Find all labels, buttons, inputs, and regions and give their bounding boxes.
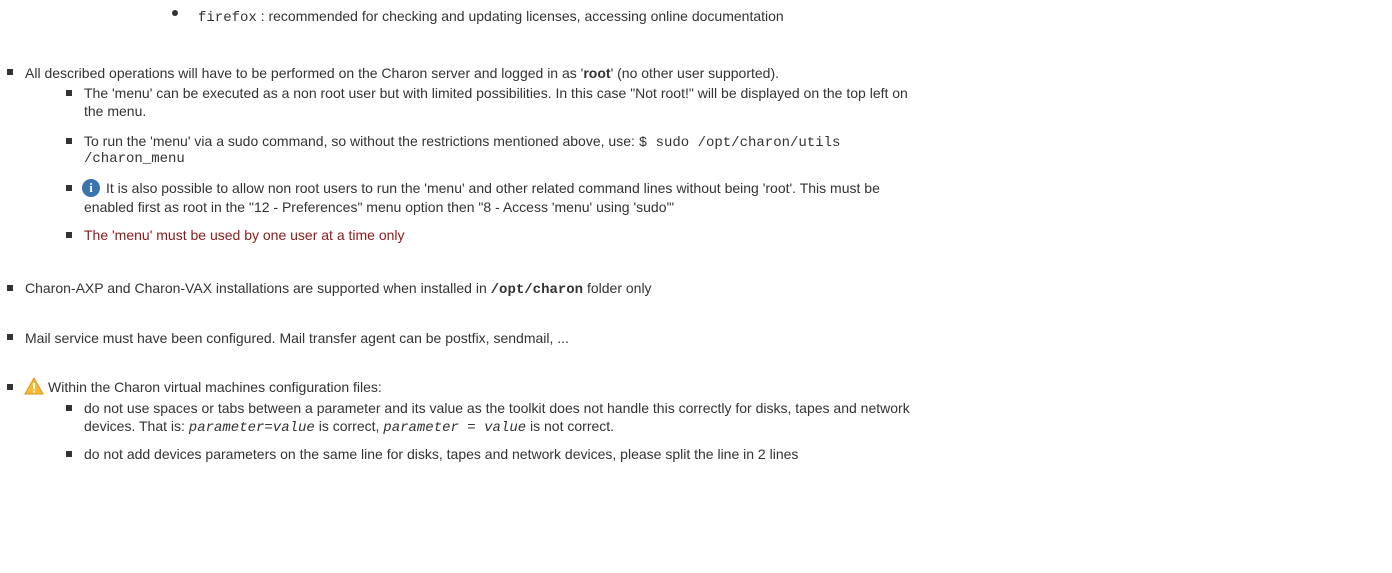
bullet-square bbox=[66, 90, 72, 96]
list-item-info: It is also possible to allow non root us… bbox=[106, 180, 880, 196]
bad-example: parameter = value bbox=[383, 420, 527, 436]
list-item-mail: Mail service must have been configured. … bbox=[25, 330, 569, 346]
bullet-square bbox=[66, 185, 72, 191]
spaces-mid: is correct, bbox=[314, 418, 384, 434]
list-item-info-cont: enabled first as root in the "12 - Prefe… bbox=[84, 199, 675, 215]
spaces-pre: devices. That is: bbox=[84, 418, 189, 434]
install-path: /opt/charon bbox=[490, 282, 584, 298]
root-bold: root bbox=[583, 65, 611, 81]
good-example: parameter=value bbox=[188, 420, 315, 436]
install-text-post: folder only bbox=[583, 280, 652, 296]
bullet-square bbox=[7, 384, 13, 390]
list-item-non-root-cont: the menu. bbox=[84, 103, 147, 119]
list-item-spaces: do not use spaces or tabs between a para… bbox=[84, 400, 910, 416]
bullet-square bbox=[66, 451, 72, 457]
sudo-command: $ sudo /opt/charon/utils bbox=[638, 135, 841, 151]
bullet-square bbox=[66, 405, 72, 411]
bullet-square bbox=[7, 285, 13, 291]
list-item-root: All described operations will have to be… bbox=[25, 63, 779, 83]
sudo-command-cont: /charon_menu bbox=[84, 151, 185, 167]
warning-icon bbox=[24, 377, 44, 395]
bullet-dot bbox=[172, 10, 178, 16]
bullet-square bbox=[66, 232, 72, 238]
list-item-sudo: To run the 'menu' via a sudo command, so… bbox=[84, 131, 840, 153]
list-item-firefox: firefox : recommended for checking and u… bbox=[198, 6, 784, 28]
install-text-pre: Charon-AXP and Charon-VAX installations … bbox=[25, 280, 491, 296]
list-item-spaces-cont: devices. That is: parameter=value is cor… bbox=[84, 416, 614, 438]
list-item-one-user: The 'menu' must be used by one user at a… bbox=[84, 227, 405, 243]
firefox-description: : recommended for checking and updating … bbox=[256, 8, 784, 24]
list-item-split: do not add devices parameters on the sam… bbox=[84, 446, 799, 462]
info-icon: i bbox=[82, 179, 100, 197]
spaces-post: is not correct. bbox=[526, 418, 615, 434]
bullet-square bbox=[7, 334, 13, 340]
bullet-square bbox=[66, 138, 72, 144]
sudo-text: To run the 'menu' via a sudo command, so… bbox=[84, 133, 639, 149]
list-item-install: Charon-AXP and Charon-VAX installations … bbox=[25, 278, 652, 300]
root-text-pre: All described operations will have to be… bbox=[25, 65, 584, 81]
command-firefox: firefox bbox=[198, 10, 257, 26]
root-text-post: ' (no other user supported). bbox=[610, 65, 779, 81]
list-item-config: Within the Charon virtual machines confi… bbox=[48, 379, 382, 395]
bullet-square bbox=[7, 69, 13, 75]
list-item-non-root: The 'menu' can be executed as a non root… bbox=[84, 85, 908, 101]
